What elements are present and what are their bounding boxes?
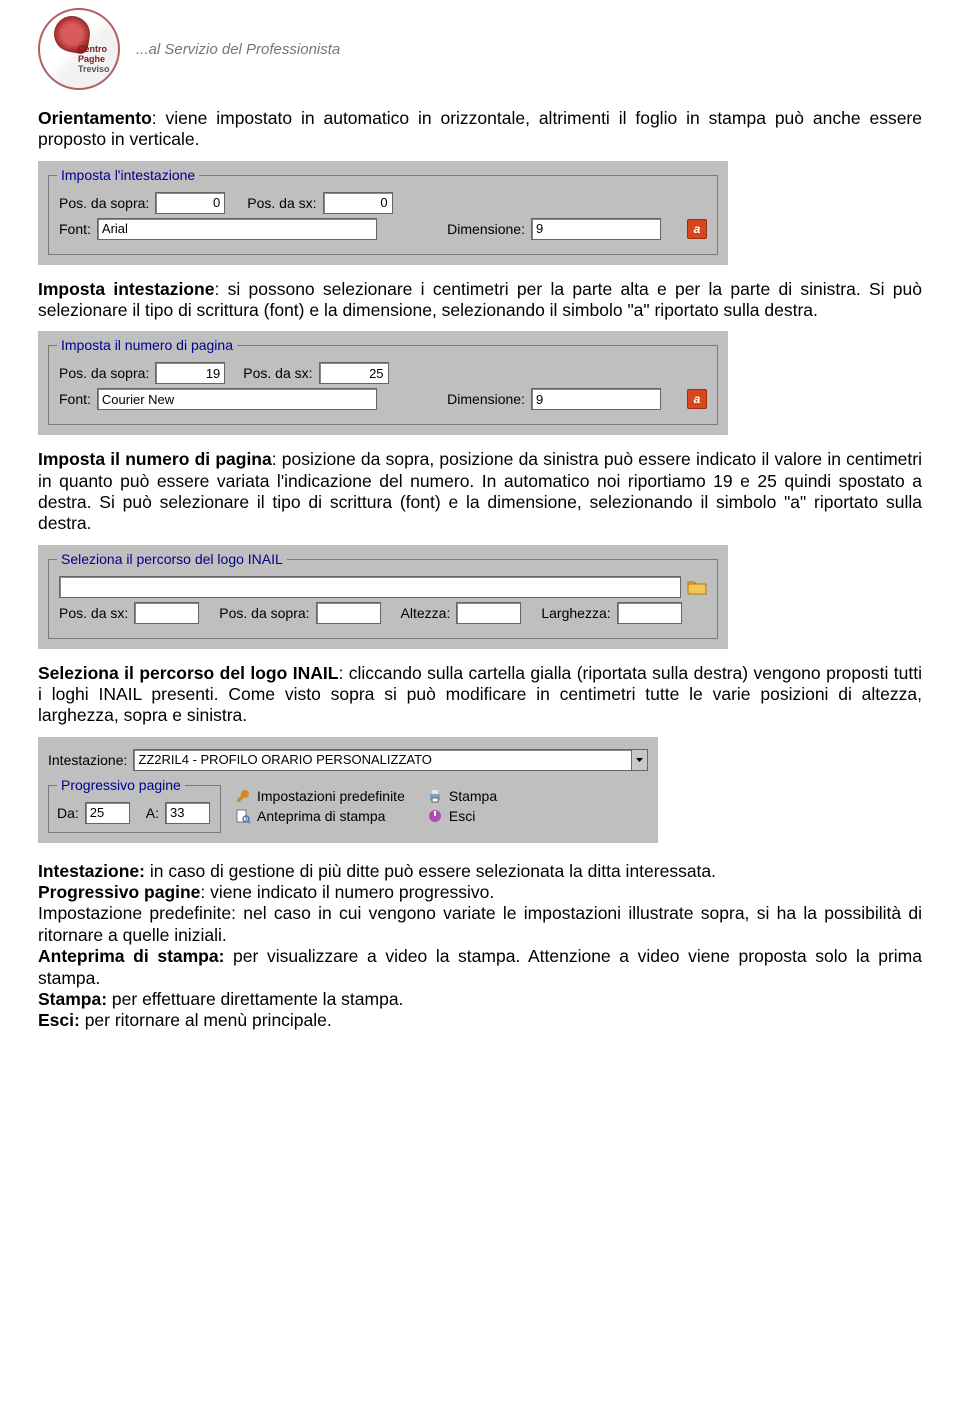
label-dimensione-2: Dimensione: [447,391,525,407]
label-pos-sx-3: Pos. da sx: [59,605,128,621]
input-altezza[interactable] [456,602,521,624]
label-intestazione: Intestazione: [48,752,127,768]
panel-numero-pagina: Imposta il numero di pagina Pos. da sopr… [38,331,728,435]
logo-header: Centro Paghe Treviso ...al Servizio del … [38,0,922,108]
logo-line2: Paghe [78,54,105,64]
fieldset-progressivo: Progressivo pagine Da: A: [48,785,221,833]
label-larghezza: Larghezza: [541,605,610,621]
label-pos-sopra-3: Pos. da sopra: [219,605,309,621]
paragraph-numero-pagina: Imposta il numero di pagina: posizione d… [38,449,922,534]
font-picker-icon[interactable]: a [687,219,707,239]
legend-logo-inail: Seleziona il percorso del logo INAIL [57,551,287,567]
action-stampa[interactable]: Stampa [427,788,497,804]
bold-logo-inail: Seleziona il percorso del logo INAIL [38,663,338,683]
input-logo-path[interactable] [59,576,681,598]
paragraph-logo-inail: Seleziona il percorso del logo INAIL: cl… [38,663,922,727]
paragraph-imposta-intestazione: Imposta intestazione: si possono selezio… [38,279,922,322]
legend-progressivo: Progressivo pagine [57,777,185,793]
input-da[interactable] [85,802,130,824]
logo-line1: Centro [78,44,107,54]
combo-intestazione[interactable] [133,749,632,771]
label-a: A: [146,805,159,821]
logo-slogan: ...al Servizio del Professionista [136,41,340,58]
logo-text: Centro Paghe [78,44,107,64]
bold-orientamento: Orientamento [38,108,152,128]
fieldset-logo-inail: Seleziona il percorso del logo INAIL Pos… [48,559,718,639]
text-progressivo-def: : viene indicato il numero progressivo. [200,882,494,902]
input-pos-sopra[interactable] [155,192,225,214]
exit-icon [427,808,443,824]
label-da: Da: [57,805,79,821]
label-pos-sx-2: Pos. da sx: [243,365,312,381]
label-pos-sx: Pos. da sx: [247,195,316,211]
input-dimensione[interactable] [531,218,661,240]
bold-stampa-def: Stampa: [38,989,107,1009]
legend-intestazione: Imposta l'intestazione [57,167,199,183]
logo-city: Treviso [78,64,110,74]
text-impostazione-predefinite-def: Impostazione predefinite: nel caso in cu… [38,903,922,944]
paragraph-orientamento: Orientamento: viene impostato in automat… [38,108,922,151]
input-pos-sopra-3[interactable] [316,602,381,624]
action-impostazioni-predefinite[interactable]: Impostazioni predefinite [235,788,405,804]
panel-imposta-intestazione: Imposta l'intestazione Pos. da sopra: Po… [38,161,728,265]
font-picker-icon-2[interactable]: a [687,389,707,409]
action-label: Esci [449,808,475,824]
label-pos-sopra-2: Pos. da sopra: [59,365,149,381]
fieldset-numero-pagina: Imposta il numero di pagina Pos. da sopr… [48,345,718,425]
input-dimensione-2[interactable] [531,388,661,410]
panel-logo-inail: Seleziona il percorso del logo INAIL Pos… [38,545,728,649]
action-anteprima[interactable]: Anteprima di stampa [235,808,405,824]
label-font: Font: [59,221,91,237]
paragraph-definitions: Intestazione: in caso di gestione di più… [38,861,922,1032]
text-esci-def: per ritornare al menù principale. [80,1010,332,1030]
label-pos-sopra: Pos. da sopra: [59,195,149,211]
input-pos-sx[interactable] [323,192,393,214]
text-intestazione-def: in caso di gestione di più ditte può ess… [145,861,716,881]
action-esci[interactable]: Esci [427,808,497,824]
label-font-2: Font: [59,391,91,407]
input-font[interactable] [97,218,377,240]
input-a[interactable] [165,802,210,824]
input-pos-sx-2[interactable] [319,362,389,384]
legend-numero-pagina: Imposta il numero di pagina [57,337,237,353]
input-pos-sopra-2[interactable] [155,362,225,384]
bold-intestazione-def: Intestazione: [38,861,145,881]
text-stampa-def: per effettuare direttamente la stampa. [107,989,403,1009]
bold-progressivo-def: Progressivo pagine [38,882,200,902]
action-label: Anteprima di stampa [257,808,385,824]
input-larghezza[interactable] [617,602,682,624]
action-label: Impostazioni predefinite [257,788,405,804]
folder-icon[interactable] [687,579,707,595]
preview-icon [235,808,251,824]
input-pos-sx-3[interactable] [134,602,199,624]
bold-anteprima-def: Anteprima di stampa: [38,946,224,966]
fieldset-intestazione: Imposta l'intestazione Pos. da sopra: Po… [48,175,718,255]
chevron-down-icon[interactable] [632,749,648,771]
bold-imposta-intestazione: Imposta intestazione [38,279,214,299]
action-label: Stampa [449,788,497,804]
bold-numero-pagina: Imposta il numero di pagina [38,449,272,469]
label-altezza: Altezza: [401,605,451,621]
label-dimensione: Dimensione: [447,221,525,237]
input-font-2[interactable] [97,388,377,410]
wrench-icon [235,788,251,804]
printer-icon [427,788,443,804]
panel-final: Intestazione: Progressivo pagine Da: A: [38,737,658,843]
text-orientamento: : viene impostato in automatico in orizz… [38,108,922,149]
logo-mark: Centro Paghe Treviso [38,8,120,90]
bold-esci-def: Esci: [38,1010,80,1030]
